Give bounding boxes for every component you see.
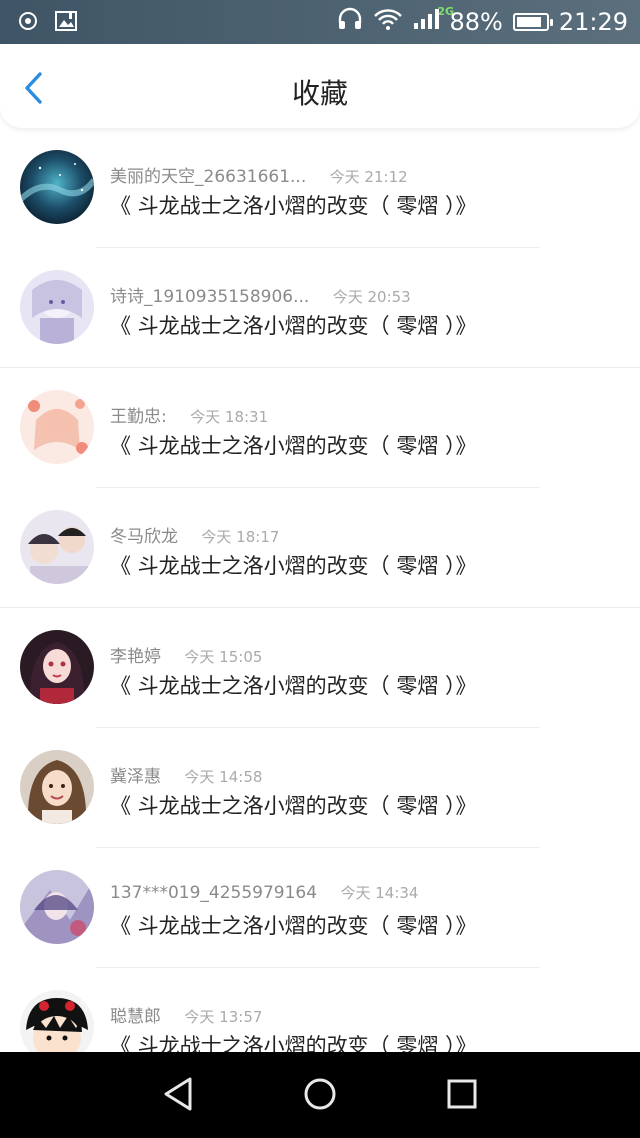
avatar — [20, 270, 94, 344]
avatar — [20, 150, 94, 224]
item-meta: 诗诗_1910935158906... 今天 20:53 — [110, 282, 411, 307]
favorite-item[interactable]: 聪慧郎 今天 13:57 《 斗龙战士之洛小熠的改变（ 零熠 ）》 — [0, 968, 640, 1052]
item-meta: 李艳婷 今天 15:05 — [110, 642, 262, 667]
item-meta: 聪慧郎 今天 13:57 — [110, 1002, 262, 1027]
status-left-icons — [16, 9, 78, 37]
user-name: 美丽的天空_26631661... — [110, 167, 307, 187]
item-meta: 冀泽惠 今天 14:58 — [110, 762, 262, 787]
headphones-icon — [337, 7, 363, 37]
favorite-item[interactable]: 美丽的天空_26631661... 今天 21:12 《 斗龙战士之洛小熠的改变… — [0, 128, 640, 248]
favorite-item[interactable]: 王勤忠: 今天 18:31 《 斗龙战士之洛小熠的改变（ 零熠 ）》 — [0, 368, 640, 488]
user-name: 冬马欣龙 — [110, 527, 178, 547]
favorite-item[interactable]: 137***019_4255979164 今天 14:34 《 斗龙战士之洛小熠… — [0, 848, 640, 968]
item-meta: 137***019_4255979164 今天 14:34 — [110, 882, 418, 903]
timestamp: 今天 13:57 — [184, 1008, 263, 1026]
timestamp: 今天 18:31 — [190, 408, 269, 426]
story-title: 《 斗龙战士之洛小熠的改变（ 零熠 ）》 — [110, 1034, 477, 1052]
avatar — [20, 870, 94, 944]
app-header: 收藏 — [0, 44, 640, 128]
story-title: 《 斗龙战士之洛小熠的改变（ 零熠 ）》 — [110, 434, 477, 458]
item-meta: 冬马欣龙 今天 18:17 — [110, 522, 279, 547]
nav-home-button[interactable] — [298, 1074, 342, 1118]
avatar — [20, 510, 94, 584]
favorite-item[interactable]: 诗诗_1910935158906... 今天 20:53 《 斗龙战士之洛小熠的… — [0, 248, 640, 368]
timestamp: 今天 20:53 — [332, 288, 411, 306]
avatar — [20, 630, 94, 704]
battery-level-fill — [516, 17, 542, 27]
timestamp: 今天 21:12 — [329, 168, 408, 186]
nav-back-button[interactable] — [156, 1074, 200, 1118]
favorites-list: 美丽的天空_26631661... 今天 21:12 《 斗龙战士之洛小熠的改变… — [0, 128, 640, 1052]
user-name: 冀泽惠 — [110, 767, 161, 787]
story-title: 《 斗龙战士之洛小熠的改变（ 零熠 ）》 — [110, 794, 477, 818]
system-nav-bar — [0, 1052, 640, 1138]
page-title: 收藏 — [291, 77, 348, 110]
clock: 21:29 — [558, 8, 628, 36]
item-meta: 王勤忠: 今天 18:31 — [110, 402, 268, 427]
timestamp: 今天 15:05 — [184, 648, 263, 666]
favorite-item[interactable]: 冀泽惠 今天 14:58 《 斗龙战士之洛小熠的改变（ 零熠 ）》 — [0, 728, 640, 848]
back-triangle-icon — [161, 1076, 195, 1116]
story-title: 《 斗龙战士之洛小熠的改变（ 零熠 ）》 — [110, 194, 477, 218]
avatar — [20, 990, 94, 1052]
wifi-icon — [373, 7, 403, 37]
home-circle-icon — [302, 1076, 338, 1116]
favorite-item[interactable]: 李艳婷 今天 15:05 《 斗龙战士之洛小熠的改变（ 零熠 ）》 — [0, 608, 640, 728]
avatar — [20, 390, 94, 464]
user-name: 聪慧郎 — [110, 1007, 161, 1027]
favorite-item[interactable]: 冬马欣龙 今天 18:17 《 斗龙战士之洛小熠的改变（ 零熠 ）》 — [0, 488, 640, 608]
signal-icon — [413, 7, 440, 37]
avatar — [20, 750, 94, 824]
user-name: 李艳婷 — [110, 647, 161, 667]
story-title: 《 斗龙战士之洛小熠的改变（ 零熠 ）》 — [110, 554, 477, 578]
battery-percent: 88% — [449, 8, 503, 36]
timestamp: 今天 18:17 — [201, 528, 280, 546]
timestamp: 今天 14:34 — [340, 884, 419, 902]
timestamp: 今天 14:58 — [184, 768, 263, 786]
nav-recents-button[interactable] — [440, 1074, 484, 1118]
battery-icon — [512, 13, 553, 31]
user-name: 诗诗_1910935158906... — [110, 287, 310, 307]
story-title: 《 斗龙战士之洛小熠的改变（ 零熠 ）》 — [110, 674, 477, 698]
status-bar: 2G 88% 21:29 — [0, 0, 640, 44]
recents-square-icon — [446, 1078, 478, 1114]
status-right-icons: 88% 21:29 — [337, 0, 628, 44]
user-name: 王勤忠: — [110, 407, 167, 427]
story-title: 《 斗龙战士之洛小熠的改变（ 零熠 ）》 — [110, 914, 477, 938]
location-icon — [16, 9, 40, 37]
image-alert-icon — [54, 9, 78, 37]
item-meta: 美丽的天空_26631661... 今天 21:12 — [110, 162, 408, 187]
user-name: 137***019_4255979164 — [110, 883, 318, 903]
story-title: 《 斗龙战士之洛小熠的改变（ 零熠 ）》 — [110, 314, 477, 338]
